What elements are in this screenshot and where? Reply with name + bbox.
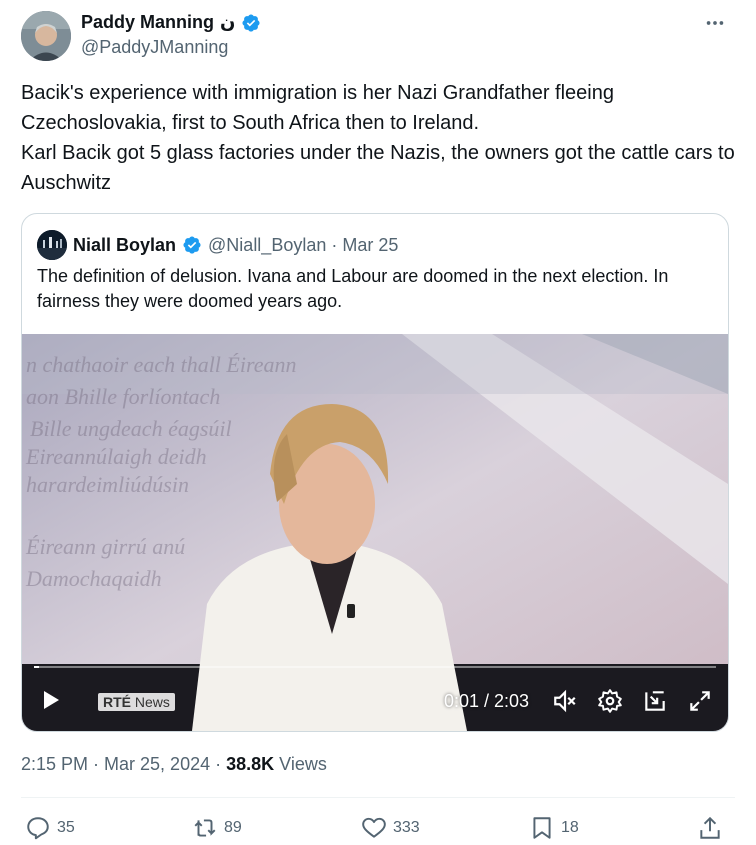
video-progress-fill <box>34 666 40 668</box>
reply-button[interactable]: 35 <box>25 815 75 841</box>
like-button[interactable]: 333 <box>361 815 420 841</box>
video-background-text: Eireannúlaigh deidh <box>26 444 207 469</box>
author-name-row[interactable]: Paddy Manning ن <box>81 12 261 33</box>
fullscreen-icon[interactable] <box>687 688 713 714</box>
author-avatar[interactable] <box>21 11 71 61</box>
video-background-text: Éireann girrú anú <box>26 534 186 559</box>
video-background-text: Bille ungdeach éagsúil <box>30 416 232 441</box>
views-label: Views <box>274 754 327 774</box>
tweet-timestamp: 2:15 PM · Mar 25, 2024 · 38.8K Views <box>21 754 327 775</box>
reply-icon <box>27 817 49 840</box>
video-controls: RTÉ News 0:01 / 2:03 <box>22 674 728 731</box>
mute-icon[interactable] <box>552 688 578 714</box>
quoted-handle-date: @Niall_Boylan · Mar 25 <box>208 234 399 255</box>
share-button[interactable] <box>697 815 723 841</box>
tweet-text-line: Karl Bacik got 5 glass factories under t… <box>21 142 735 194</box>
verified-badge-icon <box>242 13 260 32</box>
quoted-author-avatar <box>37 230 67 260</box>
like-count: 333 <box>393 819 420 836</box>
author-name[interactable]: Paddy Manning <box>81 12 214 33</box>
video-background-text: aon Bhille forlíontach <box>26 384 221 409</box>
rte-logo-brand: RTÉ <box>103 694 131 710</box>
tweet-text-line: Bacik's experience with immigration is h… <box>21 82 614 134</box>
repost-icon <box>194 819 216 837</box>
video-time: 0:01 / 2:03 <box>444 691 530 711</box>
repost-count: 89 <box>224 819 242 836</box>
quoted-author-name: Niall Boylan <box>73 234 177 255</box>
video-background-text: Damochaqaidh <box>26 566 162 591</box>
author-name-suffix: ن <box>220 12 236 32</box>
more-horizontal-icon <box>706 21 724 25</box>
rte-news-logo: RTÉ News <box>98 693 175 711</box>
video-player[interactable]: n chathaoir each thall Éireann aon Bhill… <box>22 334 728 731</box>
divider <box>21 797 735 798</box>
settings-gear-icon[interactable] <box>597 688 623 714</box>
video-background-text: n chathaoir each thall Éireann <box>26 352 297 377</box>
bookmark-button[interactable]: 18 <box>529 815 579 841</box>
heart-icon <box>362 817 386 838</box>
quoted-tweet-header: Niall Boylan @Niall_Boylan · Mar 25 <box>37 230 398 260</box>
verified-badge-icon <box>183 236 201 254</box>
rte-logo-word: News <box>134 694 170 710</box>
reply-count: 35 <box>57 819 75 836</box>
play-icon[interactable] <box>38 688 62 712</box>
views-count: 38.8K <box>226 754 275 774</box>
author-handle[interactable]: @PaddyJManning <box>81 37 228 58</box>
time-date[interactable]: 2:15 PM · Mar 25, 2024 · <box>21 754 226 774</box>
bookmark-icon <box>533 817 551 839</box>
bookmark-count: 18 <box>561 819 579 836</box>
video-progress-bar[interactable] <box>34 666 716 668</box>
repost-button[interactable]: 89 <box>192 815 242 841</box>
picture-in-picture-icon[interactable] <box>642 688 668 714</box>
quoted-tweet[interactable]: Niall Boylan @Niall_Boylan · Mar 25 The … <box>21 213 729 732</box>
share-icon <box>700 816 720 839</box>
video-background-text: harardeimliúdúsin <box>26 472 189 497</box>
more-options-button[interactable] <box>704 12 726 39</box>
tweet-text: Bacik's experience with immigration is h… <box>21 78 736 198</box>
quoted-tweet-text: The definition of delusion. Ivana and La… <box>37 266 669 311</box>
